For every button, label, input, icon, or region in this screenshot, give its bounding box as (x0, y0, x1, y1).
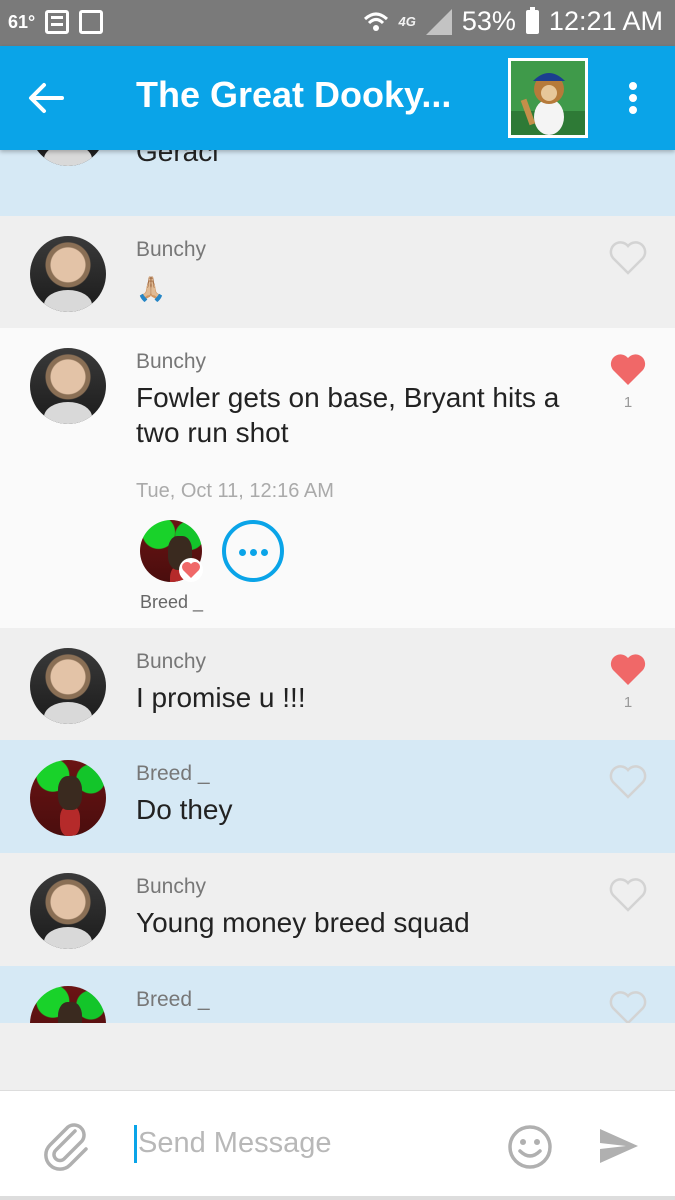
message-list[interactable]: Geraci 1 Bunchy 🙏🏼 Bunchy Fowler gets on… (0, 150, 675, 1023)
heart-icon[interactable] (608, 877, 648, 913)
wifi-icon (363, 12, 388, 31)
app-bar: The Great Dooky... (0, 46, 675, 150)
heart-icon[interactable] (608, 352, 648, 388)
heart-icon[interactable] (608, 764, 648, 800)
message-item[interactable]: Bunchy 🙏🏼 (0, 216, 675, 328)
clock: 12:21 AM (548, 6, 663, 36)
like-count: 1 (623, 694, 633, 711)
message-text: Do they (136, 794, 233, 825)
sender-name: Bunchy (136, 238, 207, 261)
network-type: 4G (398, 14, 416, 29)
battery-icon (525, 6, 539, 34)
more-likers-button[interactable] (222, 520, 284, 582)
temperature-text: 61° (8, 11, 36, 32)
heart-icon[interactable] (608, 990, 648, 1023)
avatar[interactable] (30, 760, 106, 836)
heart-icon[interactable] (608, 652, 648, 688)
liker-name: Breed _ (140, 592, 204, 612)
conversation-title[interactable]: The Great Dooky... (136, 74, 451, 116)
message-item-expanded[interactable]: Bunchy Fowler gets on base, Bryant hits … (0, 328, 675, 628)
avatar[interactable] (30, 873, 106, 949)
status-bar: 61° 4G 53% 12:21 AM (0, 0, 675, 46)
avatar[interactable] (30, 348, 106, 424)
sender-name: Bunchy (136, 350, 207, 373)
message-item[interactable]: Bunchy Young money breed squad (0, 853, 675, 966)
heart-icon (179, 558, 203, 582)
message-item[interactable]: Geraci 1 (0, 150, 675, 216)
message-input[interactable] (138, 1121, 478, 1165)
avatar[interactable] (30, 236, 106, 312)
bottom-edge (0, 1196, 675, 1200)
message-text: Young money breed squad (136, 907, 470, 938)
avatar[interactable] (30, 986, 106, 1023)
message-item[interactable]: Bunchy I promise u !!! 1 (0, 628, 675, 740)
like-count: 1 (623, 394, 633, 411)
arrow-left-icon[interactable] (24, 76, 68, 120)
message-item[interactable]: Breed _ (0, 966, 675, 1023)
message-timestamp: Tue, Oct 11, 12:16 AM (136, 480, 334, 502)
heart-icon[interactable] (608, 240, 648, 276)
sender-name: Bunchy (136, 875, 207, 898)
sender-name: Breed _ (136, 762, 210, 785)
message-item[interactable]: Breed _ Do they (0, 740, 675, 853)
avatar[interactable] (30, 648, 106, 724)
compose-bar (0, 1090, 675, 1200)
message-text: Geraci (136, 150, 219, 167)
message-text: 🙏🏼 (136, 276, 166, 303)
group-avatar[interactable] (508, 58, 588, 138)
avatar[interactable] (30, 150, 106, 166)
message-text: I promise u !!! (136, 682, 306, 713)
notification-icon (45, 10, 70, 34)
mascot-image (511, 61, 585, 135)
message-text: Fowler gets on base, Bryant hits a two r… (136, 382, 560, 448)
smiley-icon[interactable] (506, 1123, 554, 1171)
signal-icon (425, 8, 452, 35)
recycle-icon (79, 10, 104, 34)
paperclip-icon[interactable] (42, 1119, 92, 1171)
text-cursor (134, 1125, 137, 1163)
sender-name: Bunchy (136, 650, 207, 673)
battery-percent: 53% (461, 6, 516, 36)
more-vertical-icon[interactable] (618, 78, 648, 118)
send-icon[interactable] (598, 1127, 640, 1165)
sender-name: Breed _ (136, 988, 210, 1011)
